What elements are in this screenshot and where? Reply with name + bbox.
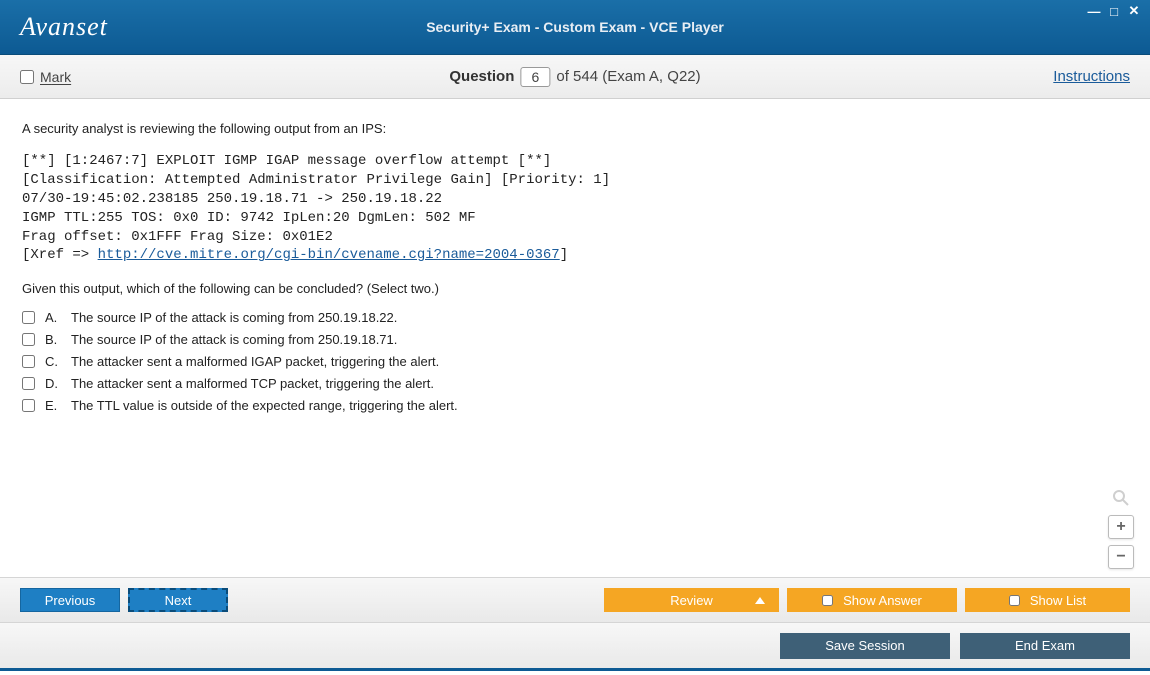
option-a[interactable]: A. The source IP of the attack is coming… — [22, 310, 1128, 325]
option-letter: D. — [45, 376, 61, 391]
option-e[interactable]: E. The TTL value is outside of the expec… — [22, 398, 1128, 413]
question-prompt: Given this output, which of the followin… — [22, 281, 1128, 296]
option-text: The source IP of the attack is coming fr… — [71, 332, 397, 347]
window-controls: — □ ✕ — [1086, 3, 1142, 19]
triangle-up-icon — [755, 597, 765, 604]
question-content: A security analyst is reviewing the foll… — [0, 99, 1150, 577]
zoom-controls: + − — [1108, 487, 1134, 569]
end-exam-button[interactable]: End Exam — [960, 633, 1130, 659]
question-status: Question 6 of 544 (Exam A, Q22) — [449, 67, 700, 87]
option-letter: C. — [45, 354, 61, 369]
instructions-link[interactable]: Instructions — [1053, 68, 1130, 85]
zoom-in-button[interactable]: + — [1108, 515, 1134, 539]
option-d-checkbox[interactable] — [22, 377, 35, 390]
next-button[interactable]: Next — [128, 588, 228, 612]
show-answer-label: Show Answer — [843, 593, 922, 608]
code-line: IGMP TTL:255 TOS: 0x0 ID: 9742 IpLen:20 … — [22, 210, 476, 226]
window-title: Security+ Exam - Custom Exam - VCE Playe… — [426, 19, 724, 35]
option-c[interactable]: C. The attacker sent a malformed IGAP pa… — [22, 354, 1128, 369]
option-d[interactable]: D. The attacker sent a malformed TCP pac… — [22, 376, 1128, 391]
xref-prefix: [Xref => — [22, 247, 98, 263]
nav-footer: Previous Next Review Show Answer Show Li… — [0, 577, 1150, 623]
code-line: [**] [1:2467:7] EXPLOIT IGMP IGAP messag… — [22, 153, 551, 169]
question-intro: A security analyst is reviewing the foll… — [22, 121, 1128, 136]
titlebar: Avanset Security+ Exam - Custom Exam - V… — [0, 0, 1150, 55]
option-c-checkbox[interactable] — [22, 355, 35, 368]
show-answer-button[interactable]: Show Answer — [787, 588, 957, 612]
option-b[interactable]: B. The source IP of the attack is coming… — [22, 332, 1128, 347]
app-logo: Avanset — [20, 12, 108, 42]
previous-button[interactable]: Previous — [20, 588, 120, 612]
mark-checkbox[interactable] — [20, 70, 34, 84]
option-e-checkbox[interactable] — [22, 399, 35, 412]
option-letter: A. — [45, 310, 61, 325]
option-text: The source IP of the attack is coming fr… — [71, 310, 397, 325]
question-total: of 544 (Exam A, Q22) — [556, 68, 700, 85]
options-list: A. The source IP of the attack is coming… — [22, 310, 1128, 413]
minimize-icon[interactable]: — — [1086, 3, 1102, 19]
code-line: [Classification: Attempted Administrator… — [22, 172, 610, 188]
question-number-box: 6 — [520, 67, 550, 87]
code-line: Frag offset: 0x1FFF Frag Size: 0x01E2 — [22, 229, 333, 245]
option-text: The attacker sent a malformed IGAP packe… — [71, 354, 439, 369]
maximize-icon[interactable]: □ — [1106, 3, 1122, 19]
option-text: The attacker sent a malformed TCP packet… — [71, 376, 434, 391]
option-letter: E. — [45, 398, 61, 413]
search-icon[interactable] — [1110, 487, 1132, 509]
show-list-label: Show List — [1030, 593, 1086, 608]
show-list-checkbox[interactable] — [1009, 595, 1020, 606]
zoom-out-button[interactable]: − — [1108, 545, 1134, 569]
save-session-button[interactable]: Save Session — [780, 633, 950, 659]
ips-output-block: [**] [1:2467:7] EXPLOIT IGMP IGAP messag… — [22, 152, 1128, 265]
option-a-checkbox[interactable] — [22, 311, 35, 324]
option-letter: B. — [45, 332, 61, 347]
xref-link[interactable]: http://cve.mitre.org/cgi-bin/cvename.cgi… — [98, 247, 560, 263]
mark-checkbox-group[interactable]: Mark — [20, 69, 71, 85]
review-button[interactable]: Review — [604, 588, 779, 612]
close-icon[interactable]: ✕ — [1126, 3, 1142, 19]
code-line: 07/30-19:45:02.238185 250.19.18.71 -> 25… — [22, 191, 442, 207]
xref-suffix: ] — [560, 247, 568, 263]
option-b-checkbox[interactable] — [22, 333, 35, 346]
option-text: The TTL value is outside of the expected… — [71, 398, 458, 413]
show-answer-checkbox[interactable] — [822, 595, 833, 606]
question-label: Question — [449, 68, 514, 85]
show-list-button[interactable]: Show List — [965, 588, 1130, 612]
info-bar: Mark Question 6 of 544 (Exam A, Q22) Ins… — [0, 55, 1150, 99]
review-label: Review — [670, 593, 713, 608]
session-footer: Save Session End Exam — [0, 623, 1150, 671]
mark-label[interactable]: Mark — [40, 69, 71, 85]
